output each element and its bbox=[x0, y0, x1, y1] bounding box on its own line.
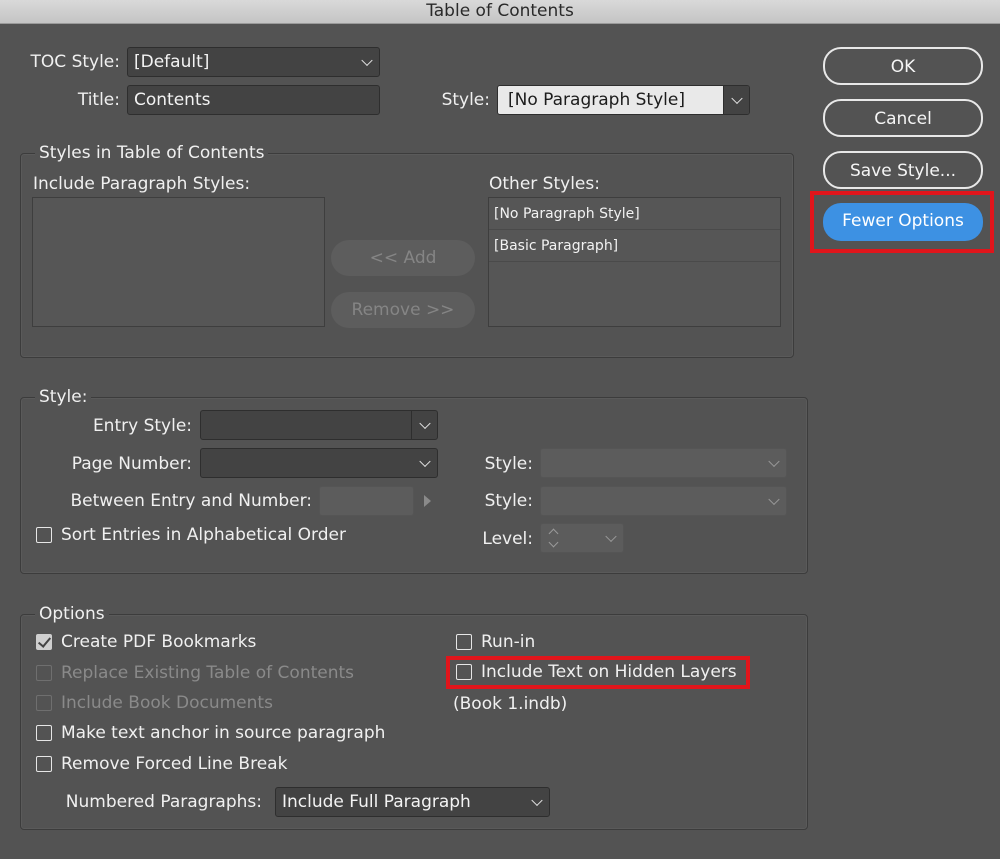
page-number-style-label: Style: bbox=[484, 454, 533, 474]
sort-entries-checkbox[interactable] bbox=[36, 527, 52, 543]
include-book-documents-label: Include Book Documents bbox=[61, 693, 273, 713]
chevron-down-icon bbox=[419, 455, 431, 468]
remove-forced-line-break-checkbox[interactable] bbox=[36, 756, 52, 772]
window-title-bar: Table of Contents bbox=[0, 0, 1000, 24]
title-style-label: Style: bbox=[441, 90, 490, 110]
list-item[interactable]: [Basic Paragraph] bbox=[489, 230, 780, 262]
window-title: Table of Contents bbox=[426, 1, 574, 21]
divider bbox=[411, 411, 412, 439]
remove-forced-line-break-label: Remove Forced Line Break bbox=[61, 754, 288, 774]
cancel-button[interactable]: Cancel bbox=[823, 99, 983, 137]
entry-style-dropdown[interactable] bbox=[200, 410, 438, 440]
ok-button[interactable]: OK bbox=[823, 47, 983, 85]
chevron-down-icon[interactable] bbox=[548, 537, 559, 548]
numbered-paragraphs-dropdown[interactable]: Include Full Paragraph bbox=[275, 787, 550, 817]
replace-existing-toc-label: Replace Existing Table of Contents bbox=[61, 663, 355, 683]
numbered-paragraphs-label: Numbered Paragraphs: bbox=[65, 792, 262, 812]
run-in-checkbox[interactable] bbox=[456, 634, 472, 650]
remove-button[interactable]: Remove >> bbox=[331, 292, 475, 328]
between-entry-number-input[interactable] bbox=[319, 486, 414, 516]
other-styles-label: Other Styles: bbox=[489, 174, 600, 194]
create-pdf-bookmarks-label: Create PDF Bookmarks bbox=[61, 632, 257, 652]
title-input[interactable]: Contents bbox=[127, 85, 380, 115]
title-label: Title: bbox=[77, 90, 120, 110]
styles-in-toc-title: Styles in Table of Contents bbox=[35, 142, 269, 164]
sort-entries-label: Sort Entries in Alphabetical Order bbox=[61, 525, 346, 545]
chevron-down-icon bbox=[768, 493, 780, 506]
chevron-down-icon bbox=[768, 455, 780, 468]
entry-style-label: Entry Style: bbox=[92, 416, 192, 436]
numbered-paragraphs-value: Include Full Paragraph bbox=[282, 792, 471, 812]
book-name-label: (Book 1.indb) bbox=[453, 694, 568, 714]
include-book-documents-checkbox[interactable] bbox=[36, 695, 52, 711]
include-paragraph-styles-list[interactable] bbox=[32, 197, 325, 327]
title-input-value: Contents bbox=[134, 90, 211, 110]
title-style-dropdown-toggle[interactable] bbox=[723, 86, 749, 114]
options-group-title: Options bbox=[35, 603, 109, 625]
make-text-anchor-label: Make text anchor in source paragraph bbox=[61, 723, 386, 743]
run-in-label: Run-in bbox=[481, 632, 536, 652]
chevron-down-icon bbox=[419, 417, 431, 430]
level-stepper[interactable] bbox=[540, 523, 624, 553]
chevron-down-icon bbox=[531, 794, 543, 807]
make-text-anchor-checkbox[interactable] bbox=[36, 725, 52, 741]
page-number-style-dropdown[interactable] bbox=[540, 448, 787, 478]
between-style-label: Style: bbox=[484, 491, 533, 511]
add-button[interactable]: << Add bbox=[331, 240, 475, 276]
include-hidden-layers-label: Include Text on Hidden Layers bbox=[481, 662, 737, 682]
between-entry-number-label: Between Entry and Number: bbox=[70, 491, 312, 511]
replace-existing-toc-checkbox[interactable] bbox=[36, 665, 52, 681]
insert-special-character-icon[interactable] bbox=[424, 495, 431, 507]
between-style-dropdown[interactable] bbox=[540, 486, 787, 516]
chevron-down-icon[interactable] bbox=[605, 530, 617, 543]
title-style-dropdown[interactable]: [No Paragraph Style] bbox=[497, 85, 750, 115]
list-item[interactable]: [No Paragraph Style] bbox=[489, 198, 780, 230]
include-paragraph-styles-label: Include Paragraph Styles: bbox=[33, 174, 251, 194]
chevron-down-icon bbox=[731, 92, 743, 105]
level-label: Level: bbox=[482, 529, 533, 549]
create-pdf-bookmarks-checkbox[interactable] bbox=[36, 634, 52, 650]
other-styles-list[interactable]: [No Paragraph Style] [Basic Paragraph] bbox=[488, 197, 781, 327]
include-hidden-layers-checkbox[interactable] bbox=[456, 664, 472, 680]
page-number-dropdown[interactable] bbox=[200, 448, 438, 478]
page-number-label: Page Number: bbox=[71, 454, 192, 474]
fewer-options-button[interactable]: Fewer Options bbox=[823, 203, 983, 241]
toc-style-value: [Default] bbox=[134, 52, 210, 72]
style-group-title: Style: bbox=[35, 386, 92, 408]
chevron-down-icon bbox=[361, 54, 373, 67]
save-style-button[interactable]: Save Style... bbox=[823, 151, 983, 189]
toc-style-label: TOC Style: bbox=[30, 52, 120, 72]
toc-style-dropdown[interactable]: [Default] bbox=[127, 47, 380, 77]
title-style-value: [No Paragraph Style] bbox=[498, 86, 723, 114]
